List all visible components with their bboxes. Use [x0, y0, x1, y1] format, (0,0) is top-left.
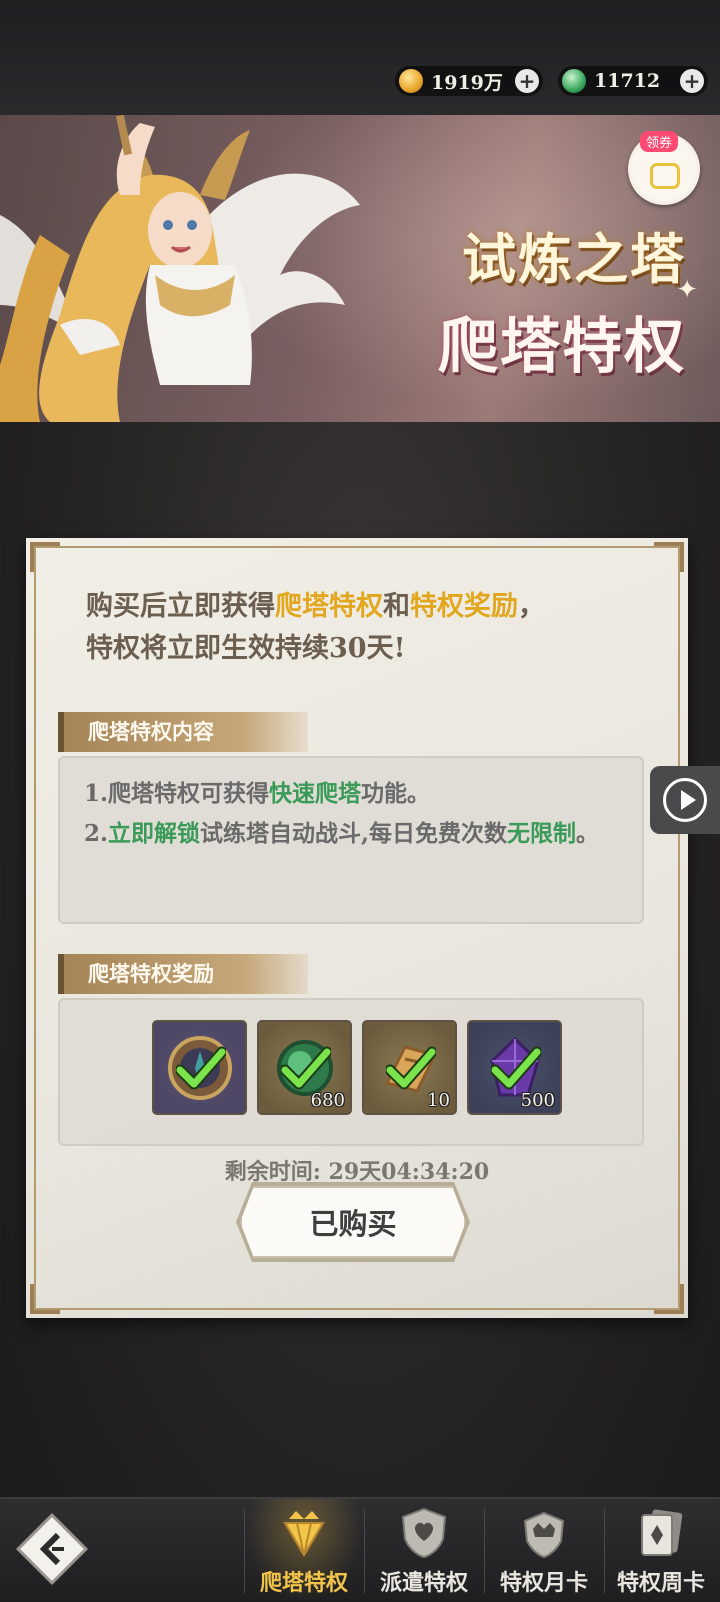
video-play-button[interactable]: [650, 766, 720, 834]
coupon-label: 领券: [640, 131, 679, 152]
tab-label: 派遣特权: [379, 1570, 468, 1596]
reward-item[interactable]: 500: [467, 1020, 562, 1115]
back-button[interactable]: [12, 1509, 92, 1589]
play-icon: [663, 778, 707, 822]
reward-item[interactable]: [152, 1020, 247, 1115]
remaining-time: 剩余时间: 29天04:34:20: [224, 1159, 490, 1185]
reward-qty: 10: [427, 1090, 450, 1111]
add-gold-button[interactable]: +: [515, 69, 539, 93]
rewards-box: 680 10 500: [58, 998, 644, 1146]
reward-item[interactable]: 680: [257, 1020, 352, 1115]
tab-dispatch-privilege[interactable]: 派遣特权: [365, 1499, 483, 1602]
tab-monthly-card[interactable]: 特权月卡: [485, 1499, 603, 1602]
banner-subtitle: 爬塔特权: [438, 312, 686, 382]
check-icon: [491, 1046, 541, 1090]
tab-label: 爬塔特权: [259, 1570, 348, 1596]
check-icon: [281, 1046, 331, 1090]
gold-counter: 1919万 +: [395, 66, 543, 96]
jade-icon: [562, 69, 586, 93]
angel-heroine-illustration: [0, 115, 360, 422]
tab-weekly-card[interactable]: 特权周卡: [602, 1499, 720, 1602]
bottom-nav: 爬塔特权 派遣特权 特权月卡 特权周卡: [0, 1497, 720, 1602]
intro-text: 购买后立即获得爬塔特权和特权奖励， 特权将立即生效持续30天!: [86, 591, 545, 664]
crown-diamond-icon: [283, 1511, 325, 1557]
heart-shield-icon: [401, 1507, 447, 1559]
check-icon: [176, 1046, 226, 1090]
card-icon: [641, 1509, 683, 1556]
tab-tower-privilege[interactable]: 爬塔特权: [245, 1499, 363, 1602]
tab-label: 特权月卡: [499, 1570, 588, 1596]
reward-section-title: 爬塔特权奖励: [58, 954, 308, 994]
gold-value: 1919万: [431, 71, 503, 94]
purchased-button[interactable]: 已购买: [240, 1186, 466, 1258]
jade-counter: 11712 +: [558, 66, 708, 96]
top-bar: 1919万 + 11712 +: [0, 0, 720, 115]
crown-shield-icon: [523, 1511, 565, 1559]
content-box: 1.爬塔特权可获得快速爬塔功能。 2.立即解锁试练塔自动战斗,每日免费次数无限制…: [58, 756, 644, 924]
add-jade-button[interactable]: +: [680, 69, 704, 93]
reward-list: 680 10 500: [60, 1000, 642, 1115]
content-section-title: 爬塔特权内容: [58, 712, 308, 752]
gold-coin-icon: [399, 69, 423, 93]
tab-label: 特权周卡: [616, 1570, 705, 1596]
coupon-button[interactable]: 领券: [628, 131, 700, 205]
gamepad-icon: [650, 163, 680, 189]
sparkle-icon: ✦: [676, 275, 698, 305]
jade-value: 11712: [594, 70, 661, 92]
privilege-description: 1.爬塔特权可获得快速爬塔功能。 2.立即解锁试练塔自动战斗,每日免费次数无限制…: [84, 780, 600, 847]
reward-item[interactable]: 10: [362, 1020, 457, 1115]
reward-qty: 680: [310, 1090, 345, 1111]
banner-title: 试炼之塔: [462, 227, 686, 291]
check-icon: [386, 1046, 436, 1090]
privilege-panel: 购买后立即获得爬塔特权和特权奖励， 特权将立即生效持续30天! 爬塔特权内容 1.…: [26, 538, 688, 1318]
reward-qty: 500: [520, 1090, 555, 1111]
banner-title-block: 试炼之塔 爬塔特权: [438, 215, 686, 385]
banner: 试炼之塔 爬塔特权 ✦ 领券: [0, 115, 720, 422]
